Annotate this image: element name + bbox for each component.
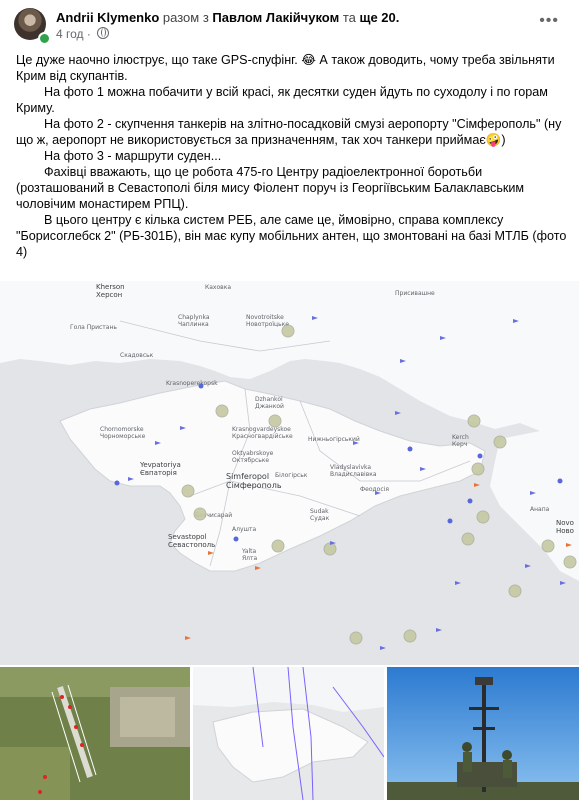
map-label-hola-prystan: Гола Пристань <box>70 324 117 331</box>
post-paragraph-1: Це дуже наочно ілюструє, що таке GPS-спу… <box>16 53 555 83</box>
routes-map-image <box>193 667 384 800</box>
post-time[interactable]: 4 год <box>56 27 84 41</box>
tagged-person[interactable]: Павлом Лакійчуком <box>212 10 339 25</box>
map-label-oktiabrske: Oktyabrskoye <box>232 450 274 457</box>
map-svg: Kherson Херсон Каховка Гола Пристань Cha… <box>0 281 579 665</box>
map-label-feodosiia: Феодосія <box>360 486 389 493</box>
map-label-novotroitske: Novotroitske <box>246 314 284 321</box>
post-paragraph-3: На фото 2 - скупчення танкерів на злітно… <box>16 117 562 147</box>
map-label-sevastopol: Sevastopol <box>168 533 207 541</box>
author-name[interactable]: Andrii Klymenko <box>56 10 159 25</box>
facebook-post: Andrii Klymenko разом з Павлом Лакійчуко… <box>0 0 579 800</box>
map-label-simferopol-uk: Сімферополь <box>226 481 282 490</box>
map-label-dzhankoi: Dzhankoi <box>255 396 283 403</box>
online-dot-icon <box>38 32 51 45</box>
map-label-prysyvashe: Присивашне <box>395 290 435 297</box>
antenna-photo-image <box>387 667 579 800</box>
map-label-dzhankoi-uk: Джанкой <box>255 403 284 410</box>
post-paragraph-4: На фото 3 - маршрути суден... <box>44 149 222 163</box>
map-label-sudak-uk: Судак <box>310 515 330 522</box>
map-label-simferopol: Simferopol <box>226 472 269 481</box>
with-text: разом з <box>162 10 209 25</box>
photo-2-airport-thumbnail[interactable] <box>0 667 190 800</box>
map-label-kherson-uk: Херсон <box>96 291 122 299</box>
map-label-sevastopol-uk: Севастополь <box>168 541 215 549</box>
map-label-krasnohvardiiske-uk: Красногвардійське <box>232 433 293 440</box>
map-label-yalta: Yalta <box>241 548 257 555</box>
map-label-krasnoperekopsk: Krasnoperekopsk <box>166 380 218 387</box>
post-paragraph-6: В цього центру є кілька систем РЕБ, але … <box>16 213 567 259</box>
map-label-nyzhnohirskyi: Нижньогірський <box>308 436 360 443</box>
map-label-kerch: Kerch <box>452 434 469 441</box>
map-label-novotroitske-uk: Новотроїцьке <box>246 321 289 328</box>
map-label-yalta-uk: Ялта <box>242 555 257 562</box>
post-header: Andrii Klymenko разом з Павлом Лакійчуко… <box>0 0 579 45</box>
map-label-skadovsk: Скадовськ <box>120 352 154 359</box>
photo-4-antenna-thumbnail[interactable] <box>387 667 579 800</box>
map-label-chaplynka-uk: Чаплинка <box>178 321 209 328</box>
map-label-alushta: Алушта <box>232 526 256 533</box>
map-label-chornomorske: Chornomorske <box>100 426 144 433</box>
map-label-bilohirsk: Білогірськ <box>275 472 308 479</box>
map-label-vladyslavivka: Vladyslavivka <box>330 464 371 471</box>
post-paragraph-5: Фахівці вважають, що це робота 475-го Це… <box>16 165 525 211</box>
post-text: Це дуже наочно ілюструє, що таке GPS-спу… <box>16 52 568 260</box>
map-label-sudak: Sudak <box>310 508 329 515</box>
map-label-oktiabrske-uk: Октябрське <box>232 457 269 464</box>
map-label-kherson: Kherson <box>96 283 125 291</box>
post-paragraph-2: На фото 1 можна побачити у всій красі, я… <box>16 85 548 115</box>
post-meta: 4 год · <box>56 27 110 41</box>
globe-icon <box>97 27 110 39</box>
map-label-novorossiysk-uk: Ново <box>556 527 574 535</box>
map-label-krasnohvardiiske: Krasnogvardeyskoe <box>232 426 291 433</box>
author-line: Andrii Klymenko разом з Павлом Лакійчуко… <box>56 10 399 25</box>
more-icon[interactable]: ••• <box>539 12 559 30</box>
photo-3-routes-thumbnail[interactable] <box>193 667 384 800</box>
airport-satellite-image <box>0 667 190 800</box>
map-label-anapa: Анапа <box>530 506 550 513</box>
map-label-yevpatoriia: Yevpatoriya <box>139 461 181 469</box>
map-label-novorossiysk: Novo <box>556 519 574 527</box>
map-label-chornomorske-uk: Чорноморське <box>100 433 146 440</box>
map-label-kakhovka: Каховка <box>205 284 231 291</box>
photo-thumbnails <box>0 667 579 800</box>
tagged-others[interactable]: ще 20. <box>359 10 399 25</box>
map-label-chaplynka: Chaplynka <box>178 314 210 321</box>
map-label-kerch-uk: Керч <box>452 441 467 448</box>
map-label-vladyslavivka-uk: Владиславівка <box>330 471 377 478</box>
map-label-yevpatoriia-uk: Євпаторія <box>140 469 177 477</box>
photo-1-ship-map[interactable]: Kherson Херсон Каховка Гола Пристань Cha… <box>0 281 579 665</box>
and-text: та <box>342 10 356 25</box>
